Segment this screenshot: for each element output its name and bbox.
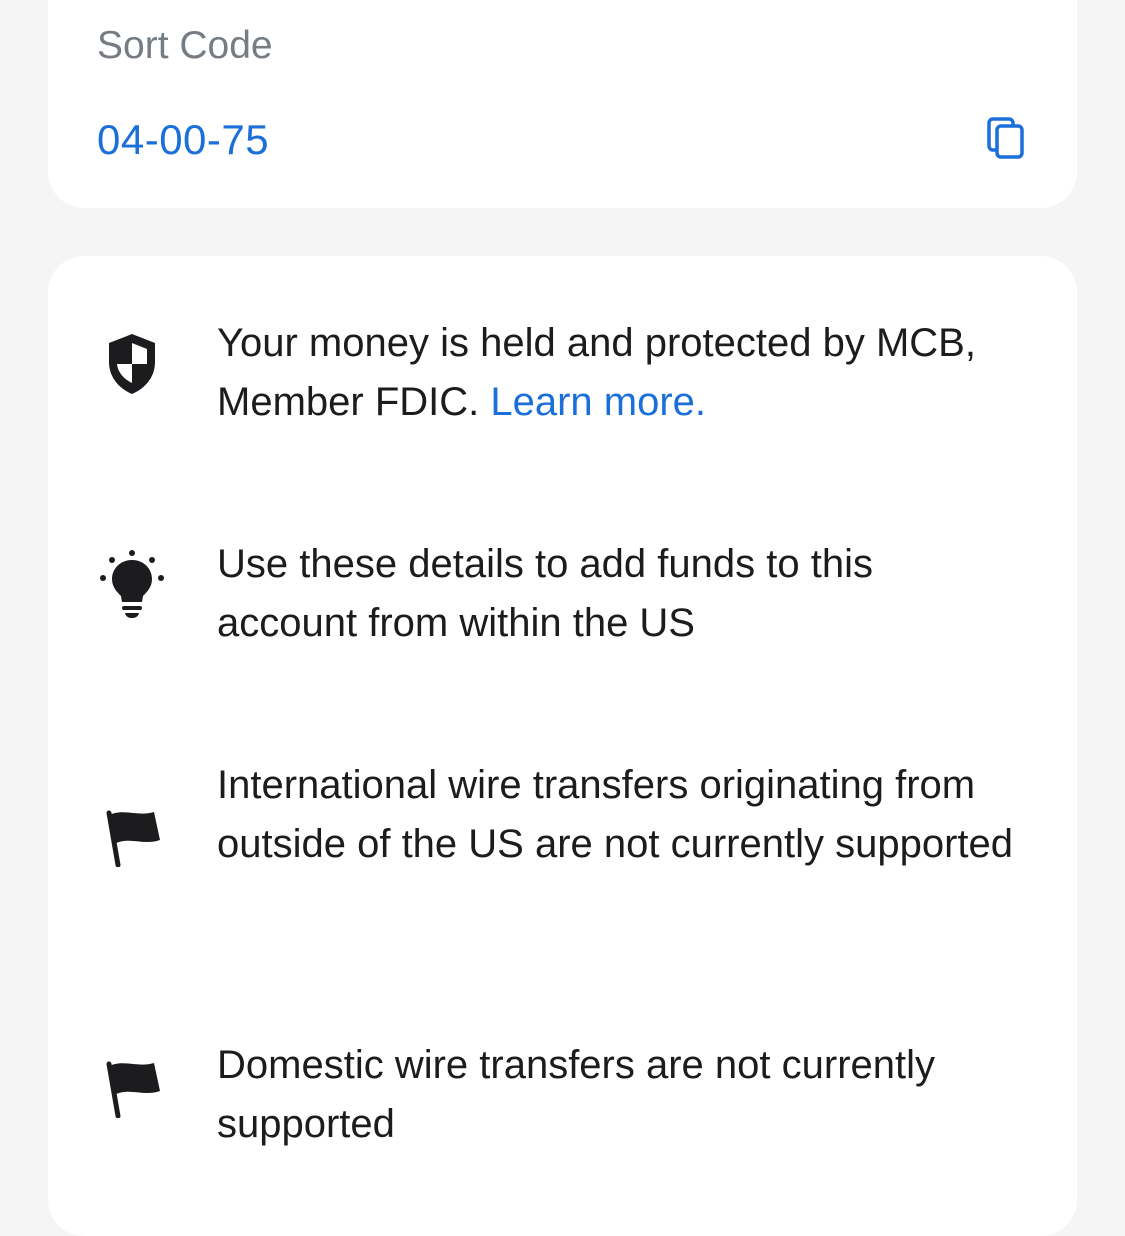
- account-details-card: Sort Code 04-00-75: [48, 0, 1077, 208]
- lightbulb-icon: [98, 548, 166, 620]
- copy-icon: [987, 117, 1024, 159]
- copy-sort-code-button[interactable]: [978, 110, 1034, 166]
- info-text-tip: Use these details to add funds to this a…: [217, 542, 873, 645]
- sort-code-value: 04-00-75: [97, 116, 270, 163]
- info-text-international: International wire transfers originating…: [217, 763, 1014, 866]
- learn-more-link[interactable]: Learn more.: [490, 380, 706, 424]
- info-text-protection: Your money is held and protected by MCB,…: [217, 314, 1017, 432]
- shield-icon: [98, 328, 166, 400]
- flag-icon: [98, 1052, 166, 1124]
- info-text-domestic: Domestic wire transfers are not currentl…: [217, 1043, 936, 1146]
- flag-icon: [98, 801, 166, 873]
- account-info-card: Your money is held and protected by MCB,…: [48, 256, 1077, 1236]
- sort-code-label: Sort Code: [97, 24, 273, 67]
